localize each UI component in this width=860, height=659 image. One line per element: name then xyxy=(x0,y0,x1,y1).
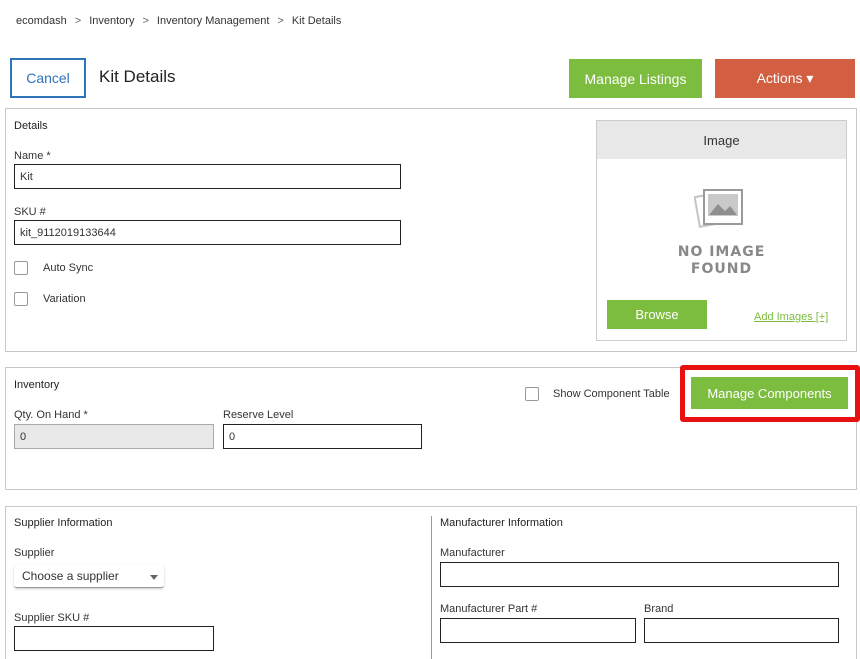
reserve-level-input[interactable]: 0 xyxy=(223,424,422,449)
no-image-text: NO IMAGE FOUND xyxy=(596,244,847,278)
sku-input[interactable]: kit_9112019133644 xyxy=(14,220,401,245)
reserve-level-label: Reserve Level xyxy=(223,409,294,421)
name-input[interactable]: Kit xyxy=(14,164,401,189)
breadcrumb-kit-details: Kit Details xyxy=(291,15,342,27)
photo-placeholder-icon xyxy=(693,186,746,237)
brand-input[interactable] xyxy=(644,618,839,643)
inventory-section-title: Inventory xyxy=(14,379,60,391)
chevron-down-icon xyxy=(150,575,158,580)
breadcrumb-ecomdash[interactable]: ecomdash xyxy=(16,15,67,27)
cancel-button[interactable]: Cancel xyxy=(10,58,86,98)
image-header: Image xyxy=(597,121,846,159)
brand-label: Brand xyxy=(644,603,674,615)
actions-button[interactable]: Actions ▾ xyxy=(715,59,855,98)
supplier-select[interactable]: Choose a supplier xyxy=(14,564,164,588)
name-label: Name * xyxy=(14,150,51,162)
add-images-link[interactable]: Add Images [+] xyxy=(754,311,828,323)
manufacturer-section-title: Manufacturer Information xyxy=(440,517,563,529)
variation-checkbox[interactable] xyxy=(14,292,28,306)
supplier-label: Supplier xyxy=(14,547,55,559)
page-title: Kit Details xyxy=(99,67,176,86)
manufacturer-label: Manufacturer xyxy=(440,547,505,559)
supplier-sku-label: Supplier SKU # xyxy=(14,612,90,624)
variation-label: Variation xyxy=(43,293,86,305)
supplier-select-value: Choose a supplier xyxy=(22,568,119,583)
qty-on-hand-input: 0 xyxy=(14,424,214,449)
auto-sync-label: Auto Sync xyxy=(43,262,94,274)
qty-on-hand-label: Qty. On Hand * xyxy=(14,409,88,421)
breadcrumb-inventory[interactable]: Inventory xyxy=(89,15,134,27)
show-component-table-label: Show Component Table xyxy=(553,388,670,400)
no-image-line1: NO IMAGE xyxy=(677,244,766,260)
breadcrumb: ecomdash > Inventory > Inventory Management >… xyxy=(16,15,341,27)
no-image-line2: FOUND xyxy=(690,261,753,277)
browse-button[interactable]: Browse xyxy=(607,300,707,329)
manufacturer-part-label: Manufacturer Part # xyxy=(440,603,538,615)
breadcrumb-inventory-management[interactable]: Inventory Management xyxy=(157,15,270,27)
manufacturer-part-input[interactable] xyxy=(440,618,636,643)
column-divider xyxy=(431,516,432,659)
supplier-sku-input[interactable] xyxy=(14,626,214,651)
manage-listings-button[interactable]: Manage Listings xyxy=(569,59,702,98)
manage-components-button[interactable]: Manage Components xyxy=(691,377,848,409)
breadcrumb-separator: > xyxy=(277,15,284,27)
sku-label: SKU # xyxy=(14,206,46,218)
breadcrumb-separator: > xyxy=(74,15,82,27)
details-section-title: Details xyxy=(14,120,48,132)
show-component-table-checkbox[interactable] xyxy=(525,387,539,401)
supplier-section-title: Supplier Information xyxy=(14,517,113,529)
breadcrumb-separator: > xyxy=(142,15,149,27)
manufacturer-input[interactable] xyxy=(440,562,839,587)
auto-sync-checkbox[interactable] xyxy=(14,261,28,275)
